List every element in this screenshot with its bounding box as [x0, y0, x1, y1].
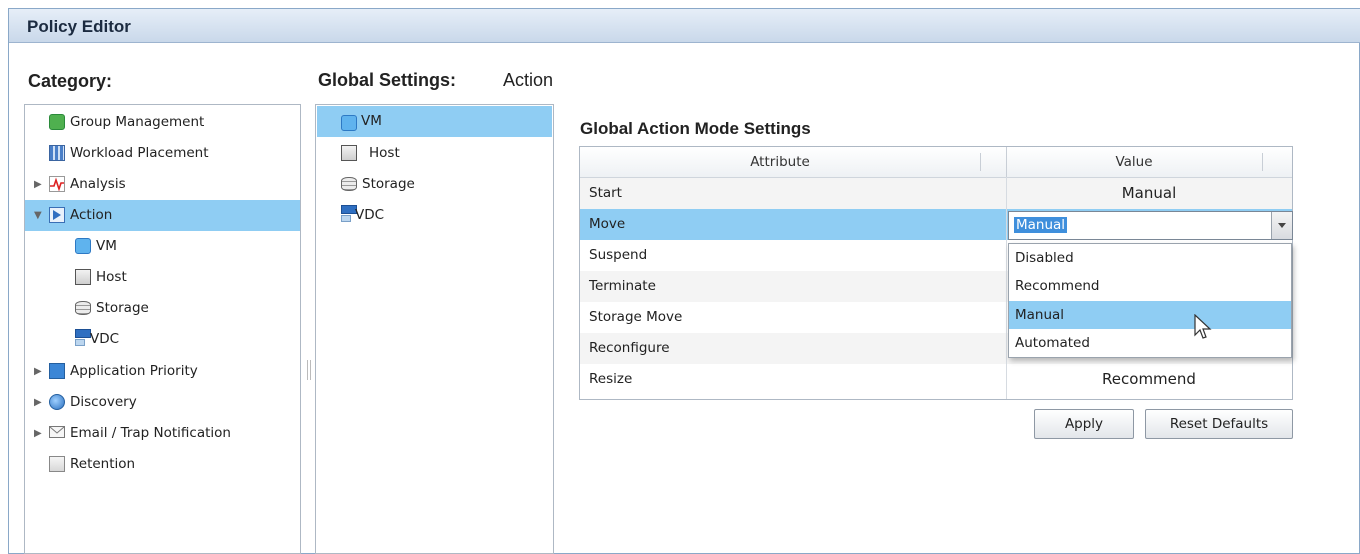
vdc-icon-base [75, 339, 85, 346]
move-value-dropdown: Disabled Recommend Manual Automated [1008, 243, 1292, 358]
tree-item-discovery[interactable]: ▶ Discovery [25, 387, 300, 418]
retention-icon [49, 456, 65, 472]
vm-icon [75, 238, 91, 254]
tree-item-storage[interactable]: Storage [25, 293, 300, 324]
column-divider [1006, 177, 1007, 399]
title-bar: Policy Editor [9, 9, 1360, 43]
dropdown-button[interactable] [1271, 212, 1292, 239]
list-item-host[interactable]: Host [317, 138, 552, 169]
tree-item-label: Storage [96, 300, 149, 316]
dropdown-option-manual[interactable]: Manual [1009, 301, 1291, 329]
row-value: Recommend [1102, 370, 1196, 388]
vdc-icon [75, 329, 91, 338]
select-current-value: Manual [1014, 217, 1068, 233]
reset-defaults-button[interactable]: Reset Defaults [1145, 409, 1293, 439]
row-attribute: Move [589, 216, 626, 232]
host-icon [341, 145, 357, 161]
list-item-vdc[interactable]: VDC [317, 200, 552, 231]
table-header: Attribute Value [580, 147, 1292, 178]
apply-button[interactable]: Apply [1034, 409, 1134, 439]
tree-item-label: Discovery [70, 394, 137, 410]
category-tree: Group Management Workload Placement ▶ An… [24, 104, 301, 554]
host-icon [75, 269, 91, 285]
email-icon [49, 426, 65, 438]
global-settings-subheading: Action [503, 70, 554, 90]
analysis-icon [49, 176, 65, 192]
vdc-icon-base [341, 215, 351, 222]
dropdown-option-automated[interactable]: Automated [1009, 329, 1291, 357]
tree-item-label: Application Priority [70, 363, 198, 379]
dropdown-option-recommend[interactable]: Recommend [1009, 272, 1291, 300]
expand-arrow-icon[interactable]: ▶ [34, 356, 42, 387]
expand-arrow-icon[interactable]: ▶ [34, 169, 42, 200]
column-header-value[interactable]: Value [1006, 154, 1262, 170]
list-item-label: VDC [355, 207, 385, 223]
tree-item-label: Email / Trap Notification [70, 425, 231, 441]
application-priority-icon [49, 363, 65, 379]
dropdown-option-disabled[interactable]: Disabled [1009, 244, 1291, 272]
mouse-cursor-icon [1193, 313, 1213, 342]
global-settings-list: VM Host Storage VDC [315, 104, 554, 554]
tree-item-label: Analysis [70, 176, 126, 192]
chevron-down-icon [1278, 223, 1286, 228]
collapse-arrow-icon[interactable]: ▼ [34, 200, 42, 231]
row-attribute: Resize [589, 371, 633, 387]
tree-item-workload-placement[interactable]: Workload Placement [25, 138, 300, 169]
list-item-storage[interactable]: Storage [317, 169, 552, 200]
list-item-label: Storage [362, 176, 415, 192]
discovery-icon [49, 394, 65, 410]
window-title: Policy Editor [27, 17, 131, 36]
row-attribute: Reconfigure [589, 340, 670, 356]
tree-item-vm[interactable]: VM [25, 231, 300, 262]
move-value-select[interactable]: Manual [1008, 211, 1293, 240]
row-attribute: Storage Move [589, 309, 683, 325]
row-attribute: Suspend [589, 247, 648, 263]
vm-icon [341, 115, 357, 131]
storage-icon [75, 301, 91, 315]
tree-item-retention[interactable]: Retention [25, 449, 300, 480]
tree-item-application-priority[interactable]: ▶ Application Priority [25, 356, 300, 387]
list-item-label: VM [361, 113, 382, 129]
tree-item-label: Action [70, 207, 113, 223]
storage-icon [341, 177, 357, 191]
group-management-icon [49, 114, 65, 130]
row-attribute: Terminate [589, 278, 656, 294]
tree-item-label: VDC [90, 331, 120, 347]
tree-item-analysis[interactable]: ▶ Analysis [25, 169, 300, 200]
column-divider [980, 153, 981, 171]
tree-item-action[interactable]: ▼ Action [25, 200, 300, 231]
action-mode-heading: Global Action Mode Settings [580, 119, 811, 138]
tree-item-label: VM [96, 238, 117, 254]
expand-arrow-icon[interactable]: ▶ [34, 418, 42, 449]
row-value: Manual [1121, 184, 1177, 202]
tree-item-host[interactable]: Host [25, 262, 300, 293]
tree-item-label: Group Management [70, 114, 205, 130]
table-row[interactable]: Resize Recommend [580, 364, 1292, 395]
table-row[interactable]: Start Manual [580, 178, 1292, 209]
expand-arrow-icon[interactable]: ▶ [34, 387, 42, 418]
category-heading: Category: [28, 71, 113, 91]
tree-item-email-trap-notification[interactable]: ▶ Email / Trap Notification [25, 418, 300, 449]
column-divider [1262, 153, 1263, 171]
global-settings-heading: Global Settings: [318, 70, 457, 90]
row-attribute: Start [589, 185, 622, 201]
splitter-handle[interactable] [307, 360, 311, 380]
tree-item-vdc[interactable]: VDC [25, 324, 300, 355]
tree-item-label: Host [96, 269, 127, 285]
column-header-attribute[interactable]: Attribute [580, 154, 980, 170]
list-item-vm[interactable]: VM [317, 106, 552, 137]
action-icon [49, 207, 65, 223]
tree-item-group-management[interactable]: Group Management [25, 107, 300, 138]
tree-item-label: Workload Placement [70, 145, 209, 161]
list-item-label: Host [369, 145, 400, 161]
workload-placement-icon [49, 145, 65, 161]
tree-item-label: Retention [70, 456, 136, 472]
